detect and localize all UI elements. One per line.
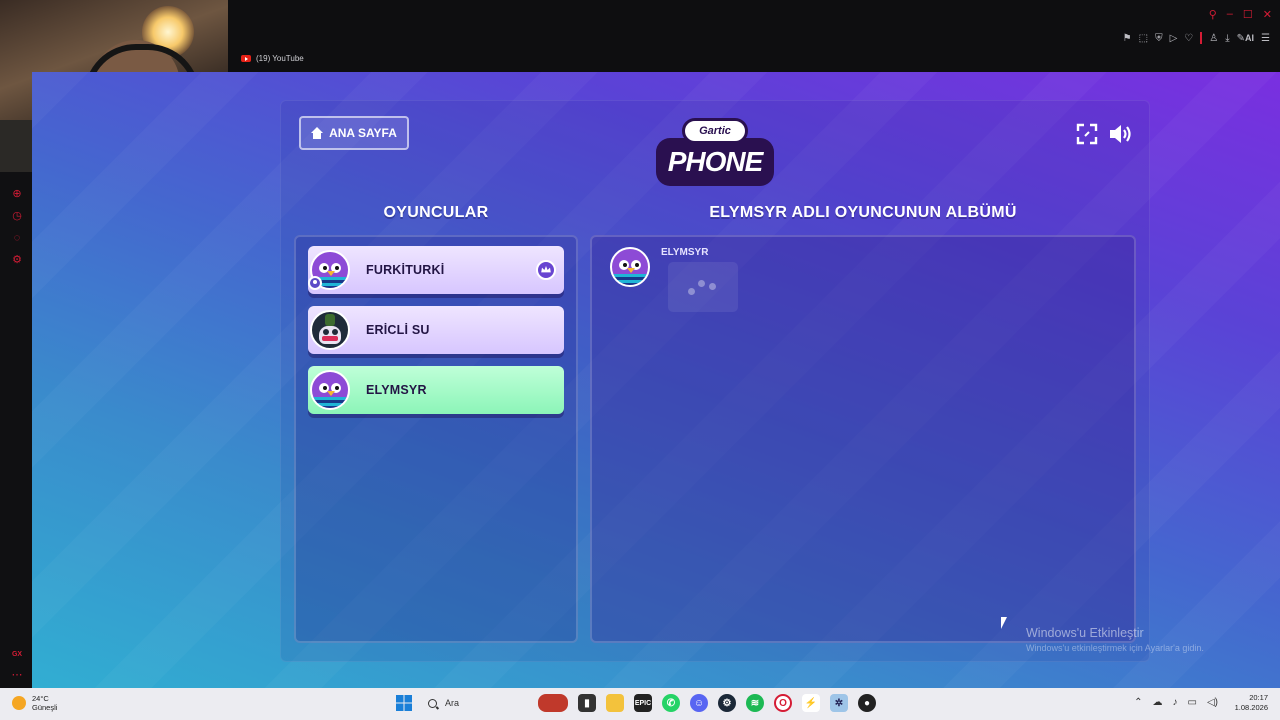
search-icon <box>428 698 437 708</box>
home-button-label: ANA SAYFA <box>329 126 397 140</box>
whatsapp-icon[interactable]: ✆ <box>662 694 680 712</box>
epic-games-icon[interactable]: EPIC <box>634 694 652 712</box>
sound-icon[interactable] <box>1108 122 1134 146</box>
system-tray: ⌃ ☁ ♪ ▭ ◁) <box>1134 697 1218 708</box>
album-bird-avatar <box>610 247 650 287</box>
close-icon[interactable]: ✕ <box>1263 8 1272 21</box>
window-controls: ⚲ – ☐ ✕ <box>1209 8 1272 21</box>
youtube-icon <box>241 55 251 62</box>
host-badge-icon <box>308 276 322 290</box>
album-player-name: ELYMSYR <box>661 247 709 258</box>
opera-gx-icon[interactable]: O <box>774 694 792 712</box>
gx-label: GX <box>11 651 23 658</box>
ai-icon[interactable]: ✎AI <box>1237 33 1254 44</box>
loading-indicator <box>668 262 738 312</box>
taskbar-search[interactable]: Ara <box>422 692 528 714</box>
heart-icon[interactable]: ♡ <box>1184 33 1193 44</box>
discord-icon[interactable]: ☺ <box>690 694 708 712</box>
network-icon[interactable]: ▭ <box>1188 697 1197 708</box>
add-icon[interactable]: ⊕ <box>11 188 23 200</box>
chevron-up-icon[interactable]: ⌃ <box>1134 697 1142 708</box>
weather-widget[interactable]: 24°C Güneşli <box>12 694 57 712</box>
player-row-selected[interactable]: ELYMSYR <box>308 366 564 414</box>
skull-avatar <box>310 310 350 350</box>
maximize-icon[interactable]: ☐ <box>1243 8 1253 21</box>
app-settings-icon[interactable]: ✲ <box>830 694 848 712</box>
taskbar-clock[interactable]: 20:17 1.08.2026 <box>1235 693 1268 713</box>
chat-icon[interactable]: ◌ <box>11 232 23 244</box>
players-title: OYUNCULAR <box>383 204 489 221</box>
activation-watermark-sub: Windows'u etkinleştirmek için Ayarlar'a … <box>1026 643 1204 653</box>
album-title: ELYMSYR ADLI OYUNCUNUN ALBÜMÜ <box>709 204 1017 221</box>
task-view-icon[interactable]: ▮ <box>578 694 596 712</box>
play-icon[interactable]: ▷ <box>1170 33 1178 44</box>
sun-icon <box>12 696 26 710</box>
shield-icon[interactable]: ⛨ <box>1155 33 1163 44</box>
weather-temp: 24°C <box>32 694 49 703</box>
browser-sidebar: ⊕ ◷ ◌ ⚙ GX ⋯ <box>0 172 33 688</box>
player-row[interactable]: FURKİTURKİ <box>308 246 564 294</box>
more-icon[interactable]: ⋯ <box>11 669 23 681</box>
search-icon[interactable]: ⚲ <box>1209 8 1217 21</box>
microphone-icon[interactable]: ♪ <box>1173 697 1178 708</box>
profile-icon[interactable]: ♙ <box>1209 33 1218 44</box>
logo-top-text: Gartic <box>682 118 748 144</box>
spotify-icon[interactable]: ≋ <box>746 694 764 712</box>
history-icon[interactable]: ◷ <box>11 210 23 222</box>
download-icon[interactable]: ⤓ <box>1225 33 1229 44</box>
home-button[interactable]: ANA SAYFA <box>299 116 409 150</box>
players-panel <box>294 235 578 643</box>
car-widget-icon[interactable] <box>538 694 568 712</box>
player-name: ELYMSYR <box>366 383 427 397</box>
steam-icon[interactable]: ⚙ <box>718 694 736 712</box>
snapshot-icon[interactable]: ⬚ <box>1139 33 1148 44</box>
app-red-dot-icon[interactable]: ● <box>858 694 876 712</box>
browser-toolbar: ⚑ ⬚ ⛨ ▷ ♡ ♙ ⤓ ✎AI ☰ <box>1123 32 1270 44</box>
crown-icon <box>536 260 556 280</box>
logo-main-text: PHONE <box>656 138 774 186</box>
youtube-tab[interactable]: (19) YouTube <box>241 54 304 63</box>
player-name: FURKİTURKİ <box>366 263 445 277</box>
app-bolt-icon[interactable]: ⚡ <box>802 694 820 712</box>
volume-icon[interactable]: ◁) <box>1207 697 1218 708</box>
minimize-icon[interactable]: – <box>1227 8 1233 21</box>
file-explorer-icon[interactable] <box>606 694 624 712</box>
weather-desc: Güneşli <box>32 703 58 712</box>
tab-title-text: (19) YouTube <box>256 54 304 63</box>
windows-start-icon[interactable] <box>396 695 412 711</box>
home-icon <box>311 127 324 139</box>
player-row[interactable]: ERİCLİ SU <box>308 306 564 354</box>
player-name: ERİCLİ SU <box>366 323 430 337</box>
toolbar-separator <box>1200 32 1203 44</box>
menu-icon[interactable]: ☰ <box>1261 33 1270 44</box>
fullscreen-icon[interactable] <box>1076 123 1098 145</box>
activation-watermark: Windows'u Etkinleştir <box>1026 626 1144 640</box>
mouse-cursor-icon <box>1001 617 1007 629</box>
bird-avatar <box>310 370 350 410</box>
clock-date: 1.08.2026 <box>1234 703 1268 712</box>
search-placeholder: Ara <box>445 698 460 708</box>
taskbar-apps: Ara ▮ EPIC ✆ ☺ ⚙ ≋ O ⚡ ✲ ● <box>396 692 876 714</box>
gartic-phone-logo: PHONE Gartic <box>656 118 774 188</box>
settings-icon[interactable]: ⚙ <box>11 254 23 266</box>
cloud-icon[interactable]: ☁ <box>1153 697 1163 708</box>
clock-time: 20:17 <box>1249 693 1268 702</box>
bookmark-icon[interactable]: ⚑ <box>1123 33 1132 44</box>
